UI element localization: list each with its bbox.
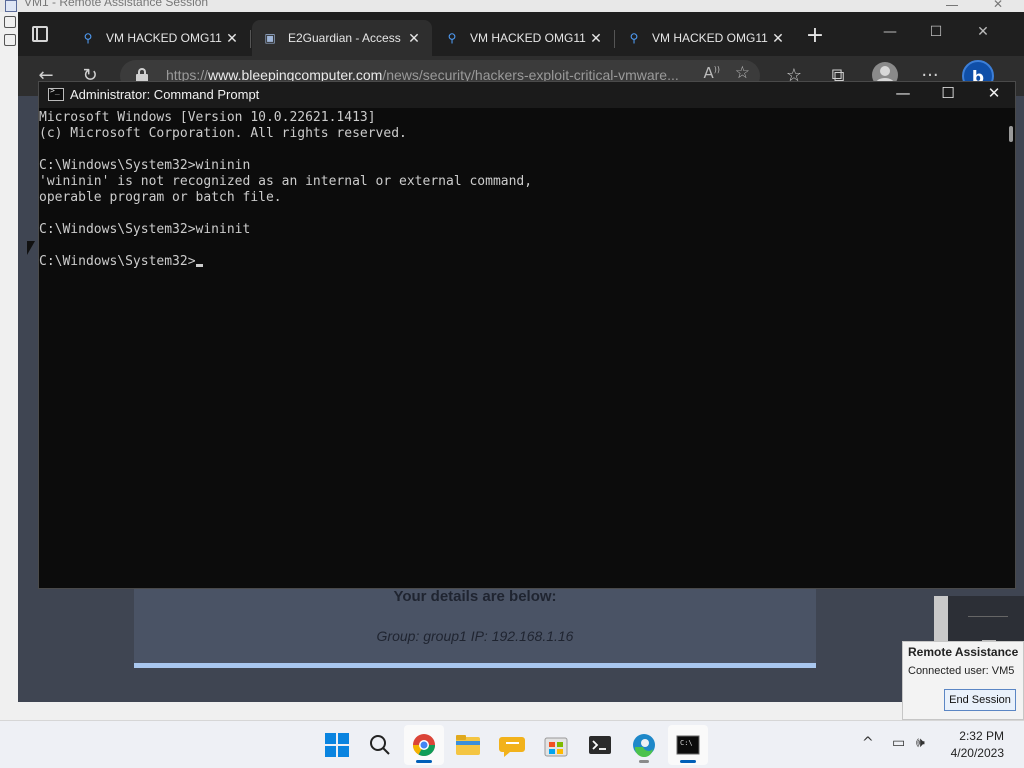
- mouse-pointer-icon: [27, 241, 35, 255]
- add-favorite-icon[interactable]: ☆: [735, 63, 750, 83]
- clock-time: 2:32 PM: [959, 729, 1004, 743]
- chrome-icon[interactable]: [404, 725, 444, 765]
- console-line: C:\Windows\System32>wininit: [39, 222, 251, 237]
- remote-assistance-panel: Remote Assistance Connected user: VM5 En…: [902, 641, 1024, 720]
- search-icon: ⚲: [83, 31, 93, 45]
- tab-vm-hacked-1[interactable]: ⚲ VM HACKED OMG11! ✕: [70, 20, 250, 56]
- console-line: (c) Microsoft Corporation. All rights re…: [39, 126, 407, 141]
- search-icon: ⚲: [629, 31, 639, 45]
- chat-icon[interactable]: [4, 16, 16, 28]
- store-icon[interactable]: [536, 725, 576, 765]
- clock[interactable]: 2:32 PM 4/20/2023: [951, 728, 1004, 762]
- console-scrollbar[interactable]: [1009, 126, 1013, 142]
- browser-close-icon[interactable]: ✕: [968, 24, 998, 40]
- close-tab-icon[interactable]: ✕: [586, 30, 606, 47]
- tab-bar: ⚲ VM HACKED OMG11! ✕ ▣ E2Guardian - Acce…: [18, 12, 1024, 56]
- console-line: 'wininin' is not recognized as an intern…: [39, 174, 533, 189]
- command-prompt-icon[interactable]: C:\: [668, 725, 708, 765]
- browser-maximize-icon[interactable]: ☐: [921, 24, 951, 40]
- maximize-icon[interactable]: ☐: [928, 84, 968, 102]
- tab-label: VM HACKED OMG11!: [652, 31, 768, 45]
- file-explorer-icon[interactable]: [448, 725, 488, 765]
- settings-icon[interactable]: [4, 34, 16, 46]
- remote-assistance-sidebar: [0, 12, 18, 720]
- close-icon[interactable]: ✕: [974, 84, 1014, 102]
- chevron-up-icon[interactable]: ^: [862, 735, 874, 751]
- clock-date: 4/20/2023: [950, 746, 1004, 760]
- panel-heading: Remote Assistance: [908, 645, 1019, 659]
- console-prompt-line[interactable]: C:\Windows\System32>: [39, 254, 1005, 270]
- tab-separator: [614, 30, 615, 48]
- taskbar: C:\ ^ ▭ 🕪 2:32 PM 4/20/2023: [0, 720, 1024, 768]
- console-line: operable program or batch file.: [39, 190, 282, 205]
- command-prompt-icon: [48, 86, 64, 101]
- tab-actions-icon[interactable]: [32, 26, 48, 42]
- details-heading: Your details are below:: [393, 588, 557, 605]
- close-tab-icon[interactable]: ✕: [404, 30, 424, 47]
- console-line: Microsoft Windows [Version 10.0.22621.14…: [39, 110, 376, 125]
- remote-assistance-titlebar: VM1 - Remote Assistance Session ✕: [0, 0, 1024, 12]
- divider: [968, 616, 1008, 617]
- volume-icon[interactable]: 🕪: [916, 735, 925, 751]
- tab-label: E2Guardian - Access D: [288, 31, 404, 45]
- group-ip-text: Group: group1 IP: 192.168.1.16: [376, 628, 574, 644]
- close-icon[interactable]: ✕: [993, 0, 1005, 11]
- minimize-icon[interactable]: [946, 5, 958, 12]
- details-card: Your details are below: Group: group1 IP…: [134, 576, 816, 668]
- close-tab-icon[interactable]: ✕: [222, 30, 242, 47]
- remote-assistance-icon: [5, 0, 17, 12]
- feedback-icon[interactable]: [492, 725, 532, 765]
- tab-vm-hacked-3[interactable]: ⚲ VM HACKED OMG11! ✕: [616, 20, 796, 56]
- close-tab-icon[interactable]: ✕: [768, 30, 788, 47]
- search-icon: ⚲: [447, 31, 457, 45]
- page-icon: ▣: [264, 31, 276, 45]
- tab-vm-hacked-2[interactable]: ⚲ VM HACKED OMG11! ✕: [434, 20, 614, 56]
- tab-label: VM HACKED OMG11!: [470, 31, 586, 45]
- tab-separator: [250, 30, 251, 48]
- text-cursor: [195, 264, 203, 267]
- terminal-icon[interactable]: [580, 725, 620, 765]
- connected-user-text: Connected user: VM5: [908, 665, 1015, 677]
- svg-text:C:\: C:\: [680, 739, 693, 747]
- start-icon[interactable]: [317, 725, 357, 765]
- edge-icon[interactable]: [624, 725, 664, 765]
- end-session-button[interactable]: End Session: [944, 689, 1016, 711]
- window-title: Administrator: Command Prompt: [70, 87, 260, 102]
- lock-icon: [136, 68, 148, 82]
- command-prompt-window: Administrator: Command Prompt — ☐ ✕ Micr…: [38, 81, 1016, 589]
- read-aloud-icon[interactable]: A)): [703, 64, 720, 82]
- console-prompt: C:\Windows\System32>: [39, 254, 196, 269]
- search-icon[interactable]: [360, 725, 400, 765]
- command-prompt-titlebar: Administrator: Command Prompt — ☐ ✕: [39, 82, 1015, 108]
- new-tab-icon[interactable]: +: [802, 24, 828, 50]
- remote-assistance-title: VM1 - Remote Assistance Session: [24, 0, 209, 9]
- browser-minimize-icon[interactable]: —: [875, 24, 905, 40]
- tab-e2guardian[interactable]: ▣ E2Guardian - Access D ✕: [252, 20, 432, 56]
- tab-label: VM HACKED OMG11!: [106, 31, 222, 45]
- console-line: C:\Windows\System32>wininin: [39, 158, 251, 173]
- minimize-icon[interactable]: —: [883, 84, 923, 102]
- network-icon[interactable]: ▭: [892, 735, 905, 751]
- console-output[interactable]: Microsoft Windows [Version 10.0.22621.14…: [39, 109, 1005, 587]
